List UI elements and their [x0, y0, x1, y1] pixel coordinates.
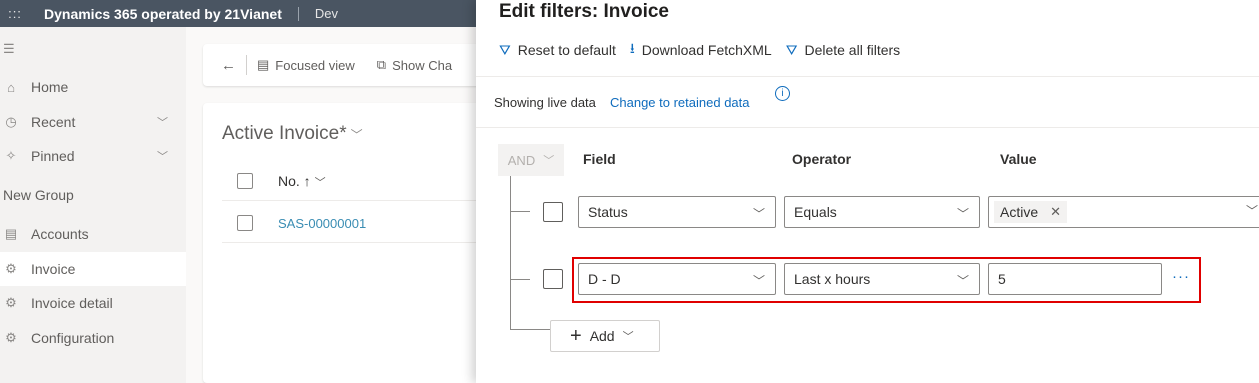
divider	[222, 200, 483, 201]
column-header-no[interactable]: No. ↑ ﹀	[278, 173, 326, 190]
value-tag: Active ✕	[994, 201, 1068, 223]
environment-label: Dev	[314, 6, 338, 21]
logic-operator-label: AND	[507, 152, 536, 168]
chevron-down-icon: ﹀	[314, 177, 326, 189]
clock-icon: ◷	[5, 114, 17, 129]
sidebar-item-label: Pinned	[31, 148, 75, 164]
row-checkbox[interactable]	[237, 215, 253, 231]
filter-reset-icon: ⛛	[499, 41, 511, 58]
condition-checkbox[interactable]	[543, 202, 563, 222]
accounts-icon: ▤	[4, 226, 18, 241]
gear-icon: ⚙	[5, 295, 17, 310]
button-label: Download FetchXML	[641, 42, 772, 58]
sidebar-item-invoice-detail[interactable]: ⚙ Invoice detail	[0, 286, 186, 320]
info-icon[interactable]: i	[775, 86, 790, 101]
chevron-down-icon: ﹀	[350, 128, 363, 142]
grid-card: Active Invoice* ﹀ No. ↑ ﹀ SAS-00000001	[203, 103, 483, 383]
tree-connector	[510, 211, 530, 212]
download-fetchxml-button[interactable]: ⭳ Download FetchXML	[630, 38, 772, 62]
add-button[interactable]: + Add ﹀	[550, 320, 660, 352]
condition-checkbox[interactable]	[543, 269, 563, 289]
select-all-checkbox[interactable]	[237, 173, 253, 189]
field-header: Field	[583, 151, 616, 167]
chevron-down-icon: ﹀	[956, 207, 969, 221]
sidebar-item-label: Invoice	[31, 261, 76, 277]
focused-view-button[interactable]: Focused view	[275, 58, 354, 73]
value-multiselect[interactable]: Active ✕	[988, 196, 1259, 228]
gear-icon: ⚙	[5, 330, 17, 345]
home-icon: ⌂	[7, 79, 15, 95]
button-label: Reset to default	[517, 42, 616, 58]
sidebar-item-label: Accounts	[31, 226, 89, 242]
chevron-down-icon[interactable]: ﹀	[157, 148, 168, 164]
hamburger-menu-icon[interactable]: ☰	[3, 41, 15, 57]
record-link[interactable]: SAS-00000001	[278, 216, 366, 231]
logic-operator-dropdown[interactable]: AND ﹀	[498, 144, 564, 176]
highlight-box	[572, 257, 1201, 303]
value-header: Value	[1000, 151, 1037, 167]
chart-icon: ⧉	[376, 57, 387, 72]
panel-title: Edit filters: Invoice	[499, 1, 669, 22]
download-icon: ⭳	[629, 40, 635, 56]
focused-view-icon: ▤	[257, 57, 270, 72]
filter-delete-icon: ⛛	[785, 41, 798, 58]
operator-dropdown[interactable]: Equals ﹀	[784, 196, 980, 228]
sidebar-item-configuration[interactable]: ⚙ Configuration	[0, 321, 186, 355]
app-launcher-icon[interactable]: :::	[2, 6, 28, 21]
sidebar-item-accounts[interactable]: ▤ Accounts	[0, 217, 186, 251]
live-data-text: Showing live data	[494, 95, 596, 110]
sidebar-item-label: Home	[31, 79, 69, 95]
sidebar-item-label: Recent	[31, 114, 76, 130]
sidebar-item-label: Configuration	[31, 330, 115, 346]
tag-label: Active	[1000, 204, 1039, 220]
column-header-label: No. ↑	[278, 173, 311, 189]
delete-all-filters-button[interactable]: ⛛ Delete all filters	[786, 42, 900, 59]
divider	[297, 6, 299, 21]
button-label: Delete all filters	[804, 42, 901, 58]
tree-connector	[510, 176, 511, 330]
pin-icon: ✧	[5, 148, 17, 163]
field-value: Status	[588, 204, 628, 220]
command-bar: ← ▤ Focused view ⧉ Show Cha	[203, 44, 483, 86]
field-dropdown[interactable]: Status ﹀	[578, 196, 776, 228]
gear-icon: ⚙	[5, 261, 17, 276]
chevron-down-icon[interactable]: ﹀	[157, 114, 168, 130]
add-label: Add	[589, 328, 615, 344]
sidebar-item-home[interactable]: ⌂ Home	[0, 70, 186, 104]
app-title[interactable]: Dynamics 365 operated by 21Vianet	[44, 6, 282, 22]
plus-icon: +	[570, 324, 582, 347]
operator-value: Equals	[794, 204, 837, 220]
back-arrow-icon[interactable]: ←	[221, 57, 236, 74]
view-title: Active Invoice*	[222, 123, 347, 144]
view-selector[interactable]: Active Invoice* ﹀	[222, 123, 363, 145]
divider	[476, 127, 1259, 128]
reset-to-default-button[interactable]: ⛛ Reset to default	[499, 42, 616, 59]
sidebar-item-pinned[interactable]: ✧ Pinned ﹀	[0, 139, 186, 173]
close-icon[interactable]: ✕	[1050, 204, 1061, 220]
chevron-down-icon: ﹀	[622, 331, 634, 343]
tree-connector	[510, 279, 530, 280]
sidebar-item-invoice[interactable]: ⚙ Invoice	[0, 252, 186, 286]
divider	[246, 55, 247, 75]
tree-connector	[510, 329, 550, 330]
chevron-down-icon: ﹀	[752, 207, 765, 221]
operator-header: Operator	[792, 151, 852, 167]
sidebar-item-recent[interactable]: ◷ Recent ﹀	[0, 105, 186, 139]
sidebar: ☰ ⌂ Home ◷ Recent ﹀ ✧ Pinned ﹀ New Group…	[0, 27, 186, 383]
edit-filters-panel: Edit filters: Invoice ⛛ Reset to default …	[476, 0, 1259, 383]
chevron-down-icon: ﹀	[543, 155, 555, 167]
chevron-down-icon[interactable]: ﹀	[1246, 202, 1258, 219]
divider	[476, 76, 1259, 77]
sidebar-item-label: Invoice detail	[31, 295, 113, 311]
show-chart-button[interactable]: Show Cha	[392, 58, 452, 73]
change-to-retained-data-link[interactable]: Change to retained data	[610, 95, 750, 110]
divider	[222, 242, 483, 243]
panel-toolbar: ⛛ Reset to default ⭳ Download FetchXML ⛛ De…	[499, 38, 914, 62]
sidebar-group-label: New Group	[3, 187, 74, 203]
